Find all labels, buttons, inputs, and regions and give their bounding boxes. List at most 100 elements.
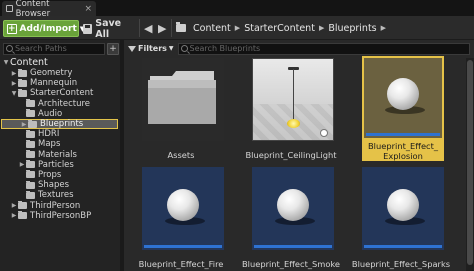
asset-tile-folder[interactable]: Assets [126,58,236,160]
breadcrumb-separator-icon[interactable]: ▶ [235,24,240,32]
path-search-row: Search Paths + [3,42,119,55]
sphere-icon [387,188,419,221]
tree-item-maps[interactable]: Maps [0,139,120,149]
chevron-right-icon[interactable]: ▶ [10,202,18,209]
save-all-button[interactable]: Save All [83,17,135,40]
tree-item-label: Textures [38,190,74,201]
scrollbar-thumb[interactable] [467,60,473,265]
ceiling-light-thumbnail [252,58,334,141]
asset-label-line: Blueprint_Effect_ [367,141,439,151]
chevron-right-icon[interactable]: ▶ [10,70,18,77]
folder-icon [26,109,35,118]
forward-arrow-icon[interactable]: ▶ [158,20,166,36]
search-icon [180,45,188,52]
toolbar: + Add/Import ▼ Save All ◀ ▶ Content ▶ St… [0,16,474,40]
folder-icon [18,78,27,87]
tree-item-geometry[interactable]: ▶ Geometry [0,68,120,78]
plus-icon: + [7,23,17,34]
blueprint-thumbnail [142,167,224,250]
add-import-label: Add/Import [19,23,77,34]
close-icon[interactable]: × [84,4,92,14]
tree-item-textures[interactable]: Textures [0,190,120,200]
tree-item-blueprints[interactable]: ▶ Blueprints [1,118,118,130]
asset-tile-effect-fire[interactable]: Blueprint_Effect_Fire [126,167,236,269]
breadcrumb-item[interactable]: Content [193,23,231,34]
tree-item-thirdpersonbp[interactable]: ▶ ThirdPersonBP [0,211,120,221]
folder-icon [26,180,35,189]
asset-label: Blueprint_CeilingLight [245,150,337,160]
light-bulb-icon [287,119,300,128]
sources-panel: Search Paths + ▼ Content ▶ Geometry ▶ Mannequ… [0,40,122,271]
chevron-right-icon[interactable]: ▶ [10,212,18,219]
breadcrumb-item[interactable]: StarterContent [244,23,315,34]
folder-icon [18,68,27,77]
tree-item-thirdperson[interactable]: ▶ ThirdPerson [0,200,120,211]
tree-item-label: StarterContent [30,88,94,99]
tree-item-startercontent[interactable]: ▼ StarterContent [0,88,120,98]
asset-tile-effect-smoke[interactable]: Blueprint_Effect_Smoke [236,167,346,269]
search-assets-input[interactable]: Search Blueprints [177,42,470,55]
toolbar-divider [139,19,140,37]
asset-label: Blueprint_Effect_Sparks [351,259,451,269]
chevron-right-icon[interactable]: ▶ [20,121,28,128]
breadcrumb-item[interactable]: Blueprints [328,23,376,34]
tree-item-label: Architecture [38,98,91,109]
folder-icon [18,201,27,210]
tree-item-particles[interactable]: ▶ Particles [0,160,120,170]
asset-label: Blueprint_Effect_Smoke [241,259,341,269]
tree-item-mannequin[interactable]: ▶ Mannequin [0,78,120,88]
tree-item-hdri[interactable]: HDRI [0,129,120,139]
chevron-down-icon[interactable]: ▼ [10,90,18,97]
chevron-right-icon[interactable]: ▶ [18,161,26,168]
folder-tree: ▼ Content ▶ Geometry ▶ Mannequin ▼ StarterConte… [0,57,120,221]
folder-icon [176,22,186,32]
asset-tile-ceiling-light[interactable]: Blueprint_CeilingLight [236,58,346,160]
tree-item-shapes[interactable]: Shapes [0,180,120,190]
tree-item-props[interactable]: Props [0,170,120,180]
tree-item-architecture[interactable]: Architecture [0,99,120,109]
folder-icon [26,170,35,179]
add-path-button[interactable]: + [107,42,119,55]
tree-item-label: ThirdPerson [30,200,81,211]
asset-scrollbar[interactable] [466,58,474,271]
folder-icon [26,190,35,199]
sphere-icon [167,188,199,221]
asset-tile-effect-sparks[interactable]: Blueprint_Effect_Sparks [346,167,456,269]
tree-item-audio[interactable]: Audio [0,109,120,119]
tree-item-label: Content [10,57,48,68]
filters-label: Filters [138,44,167,53]
breadcrumb-separator-icon[interactable]: ▶ [319,24,324,32]
breadcrumb-separator-icon[interactable]: ▶ [381,24,386,32]
tree-item-label: Particles [38,159,74,170]
tree-item-materials[interactable]: Materials [0,150,120,160]
asset-label-line: Explosion [383,151,423,161]
asset-label: Blueprint_Effect_ Explosion [362,140,444,161]
folder-icon [26,129,35,138]
folder-thumbnail [142,58,224,141]
folder-icon [28,119,37,128]
chevron-right-icon[interactable]: ▶ [10,80,18,87]
chevron-down-icon[interactable]: ▼ [2,59,10,66]
search-paths-input[interactable]: Search Paths [3,42,105,55]
back-arrow-icon[interactable]: ◀ [144,20,152,36]
blueprint-thumbnail [362,167,444,250]
tree-item-label: Mannequin [30,78,78,89]
content-browser-icon [6,5,13,12]
tree-item-label: Maps [38,139,61,150]
tree-item-label: Audio [38,108,63,119]
window-titlebar: Content Browser × [0,0,474,19]
asset-tile-effect-explosion[interactable]: Blueprint_Effect_ Explosion [346,56,456,161]
folder-icon [18,88,27,97]
tree-item-label: HDRI [38,129,60,140]
folder-icon [26,160,35,169]
add-import-button[interactable]: + Add/Import ▼ [3,20,85,37]
save-all-label: Save All [95,17,122,40]
tree-item-label: Blueprints [40,119,84,130]
filters-button[interactable]: Filters ▼ [128,44,174,53]
search-assets-placeholder: Search Blueprints [189,44,261,53]
blueprint-type-bar [144,245,222,248]
tree-item-content[interactable]: ▼ Content [0,57,120,68]
sphere-icon [387,78,419,110]
tab-content-browser[interactable]: Content Browser × [2,0,96,19]
asset-filter-row: Filters ▼ Search Blueprints [128,42,470,55]
